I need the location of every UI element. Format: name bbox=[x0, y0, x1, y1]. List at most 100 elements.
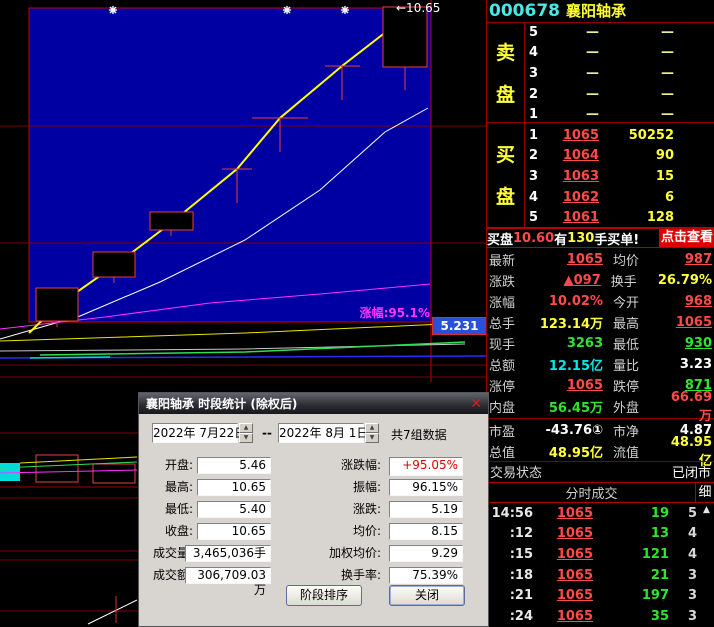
turnover-rate-field[interactable]: 75.39% bbox=[389, 567, 463, 584]
field-label: 振幅: bbox=[289, 479, 381, 496]
tape-header: 分时成交 细 bbox=[487, 482, 714, 503]
buy-label: 买 bbox=[496, 140, 515, 167]
stat-value: 1065 bbox=[567, 252, 603, 267]
field-label: 涨跌: bbox=[289, 501, 381, 518]
date-from-stepper[interactable]: ▲ ▼ bbox=[239, 423, 253, 443]
spin-up-icon[interactable]: ▲ bbox=[239, 423, 253, 433]
bid-row[interactable]: 2106490 bbox=[525, 146, 714, 167]
ask-volume: — bbox=[661, 25, 674, 40]
ask-row[interactable]: 3—— bbox=[525, 63, 714, 84]
stat-value: 12.15亿 bbox=[549, 359, 603, 374]
ticker-lots: 130 bbox=[567, 231, 594, 246]
scroll-up-icon[interactable]: ▲ bbox=[703, 505, 710, 515]
date-from-input[interactable]: 2022年 7月22日 bbox=[152, 423, 238, 443]
ticker-text: 买盘 bbox=[487, 229, 513, 248]
dialog-title: 襄阳轴承 时段统计 (除权后) bbox=[139, 395, 297, 412]
bid-row[interactable]: 3106315 bbox=[525, 166, 714, 187]
bid-row[interactable]: 410626 bbox=[525, 187, 714, 208]
stat-label: 总值 bbox=[489, 442, 533, 461]
tape-row[interactable]: :1510651214 bbox=[487, 544, 714, 565]
trading-status-value: 已闭市 bbox=[672, 462, 714, 481]
bid-price: 1065 bbox=[563, 128, 599, 143]
selection-region bbox=[29, 8, 431, 322]
volume-field[interactable]: 3,465,036手 bbox=[185, 545, 271, 562]
stock-title: 000678 襄阳轴承 bbox=[487, 0, 714, 23]
ask-price: — bbox=[586, 25, 599, 40]
tape-row[interactable]: :241065353 bbox=[487, 606, 714, 627]
date-range-separator: -- bbox=[262, 426, 272, 440]
bid-price: 1062 bbox=[563, 190, 599, 205]
stat-label: 总额 bbox=[489, 355, 533, 374]
order-book-rows: 5—— 4—— 3—— 2—— 1—— 1106550252 2106490 3… bbox=[525, 22, 714, 227]
tape-row[interactable]: :181065213 bbox=[487, 565, 714, 586]
ask-price: — bbox=[586, 87, 599, 102]
app-window: ←10.65 涨幅:95.1% 5.231 000678襄阳轴承 卖 盘 买 盘… bbox=[0, 0, 714, 627]
tape-title: 分时成交 bbox=[488, 483, 695, 502]
stat-value: 10.02% bbox=[549, 294, 603, 309]
trading-status: 交易状态 已闭市 bbox=[487, 461, 714, 481]
stat-label: 涨停 bbox=[489, 376, 533, 395]
stage-sort-button[interactable]: 阶段排序 bbox=[286, 585, 362, 606]
low-field[interactable]: 5.40 bbox=[197, 501, 271, 518]
stat-label: 涨幅 bbox=[489, 292, 533, 311]
turnover-field[interactable]: 306,709.03万 bbox=[185, 567, 271, 584]
sell-label: 卖 bbox=[496, 38, 515, 65]
field-label: 换手率: bbox=[289, 567, 381, 584]
ma-line-cyan bbox=[30, 357, 110, 358]
ask-row[interactable]: 4—— bbox=[525, 43, 714, 64]
open-field[interactable]: 5.46 bbox=[197, 457, 271, 474]
close-icon[interactable]: ✕ bbox=[470, 396, 482, 412]
stock-name: 襄阳轴承 bbox=[566, 2, 626, 20]
tape-row[interactable]: 14:561065195 bbox=[487, 503, 714, 524]
stock-code: 000678 bbox=[487, 1, 560, 21]
bid-row[interactable]: 1106550252 bbox=[525, 125, 714, 146]
change-pct-field[interactable]: +95.05% bbox=[389, 457, 463, 476]
stats-grid: 最新1065均价987 涨跌▲097换手26.79% 涨幅10.02%今开968… bbox=[487, 249, 714, 462]
stat-label: 涨跌 bbox=[489, 271, 532, 290]
bid-price: 1063 bbox=[563, 169, 599, 184]
tape-row[interactable]: :2110651973 bbox=[487, 585, 714, 606]
field-label: 开盘: bbox=[139, 457, 193, 474]
stat-label: 总手 bbox=[489, 313, 533, 332]
bid-price: 1061 bbox=[563, 210, 599, 225]
price-axis-tag: 5.231 bbox=[432, 317, 487, 335]
bid-volume: 6 bbox=[665, 190, 674, 205]
buy-order-ticker: 买盘10.60有130手买单! 点击查看 bbox=[487, 228, 714, 248]
orderbook-divider bbox=[487, 122, 714, 123]
date-to-stepper[interactable]: ▲ ▼ bbox=[365, 423, 379, 443]
field-label: 最低: bbox=[139, 501, 193, 518]
stat-value: -43.76① bbox=[545, 423, 603, 438]
change-field[interactable]: 5.19 bbox=[389, 501, 463, 518]
bid-volume: 50252 bbox=[629, 128, 674, 143]
order-book: 卖 盘 买 盘 5—— 4—— 3—— 2—— 1—— 1106550252 2… bbox=[487, 22, 714, 228]
bid-row[interactable]: 51061128 bbox=[525, 207, 714, 228]
tape-detail-button[interactable]: 细 bbox=[695, 483, 714, 502]
dialog-titlebar[interactable]: 襄阳轴承 时段统计 (除权后) ✕ bbox=[139, 393, 488, 414]
amplitude-field[interactable]: 96.15% bbox=[389, 479, 463, 496]
stat-value: 48.95亿 bbox=[549, 446, 603, 461]
weighted-avg-field[interactable]: 9.29 bbox=[389, 545, 463, 562]
field-label: 收盘: bbox=[139, 523, 193, 540]
spin-down-icon[interactable]: ▼ bbox=[365, 433, 379, 443]
avg-price-field[interactable]: 8.15 bbox=[389, 523, 463, 540]
ask-price: — bbox=[586, 66, 599, 81]
ask-row[interactable]: 5—— bbox=[525, 22, 714, 43]
bid-price: 1064 bbox=[563, 148, 599, 163]
high-price-label: ←10.65 bbox=[396, 1, 440, 15]
spin-down-icon[interactable]: ▼ bbox=[239, 433, 253, 443]
range-pct-label: 涨幅:95.1% bbox=[348, 304, 430, 321]
ask-price: — bbox=[586, 107, 599, 122]
close-button[interactable]: 关闭 bbox=[389, 585, 465, 606]
close-field[interactable]: 10.65 bbox=[197, 523, 271, 540]
spin-up-icon[interactable]: ▲ bbox=[365, 423, 379, 433]
view-details-button[interactable]: 点击查看 bbox=[659, 229, 714, 247]
ask-volume: — bbox=[661, 45, 674, 60]
field-label: 最高: bbox=[139, 479, 193, 496]
stat-label: 最新 bbox=[489, 250, 533, 269]
date-to-input[interactable]: 2022年 8月 1日 bbox=[278, 423, 364, 443]
tape-row[interactable]: :121065134 bbox=[487, 524, 714, 545]
stat-label: 现手 bbox=[489, 334, 533, 353]
bid-volume: 15 bbox=[656, 169, 674, 184]
ask-row[interactable]: 2—— bbox=[525, 84, 714, 105]
high-field[interactable]: 10.65 bbox=[197, 479, 271, 496]
